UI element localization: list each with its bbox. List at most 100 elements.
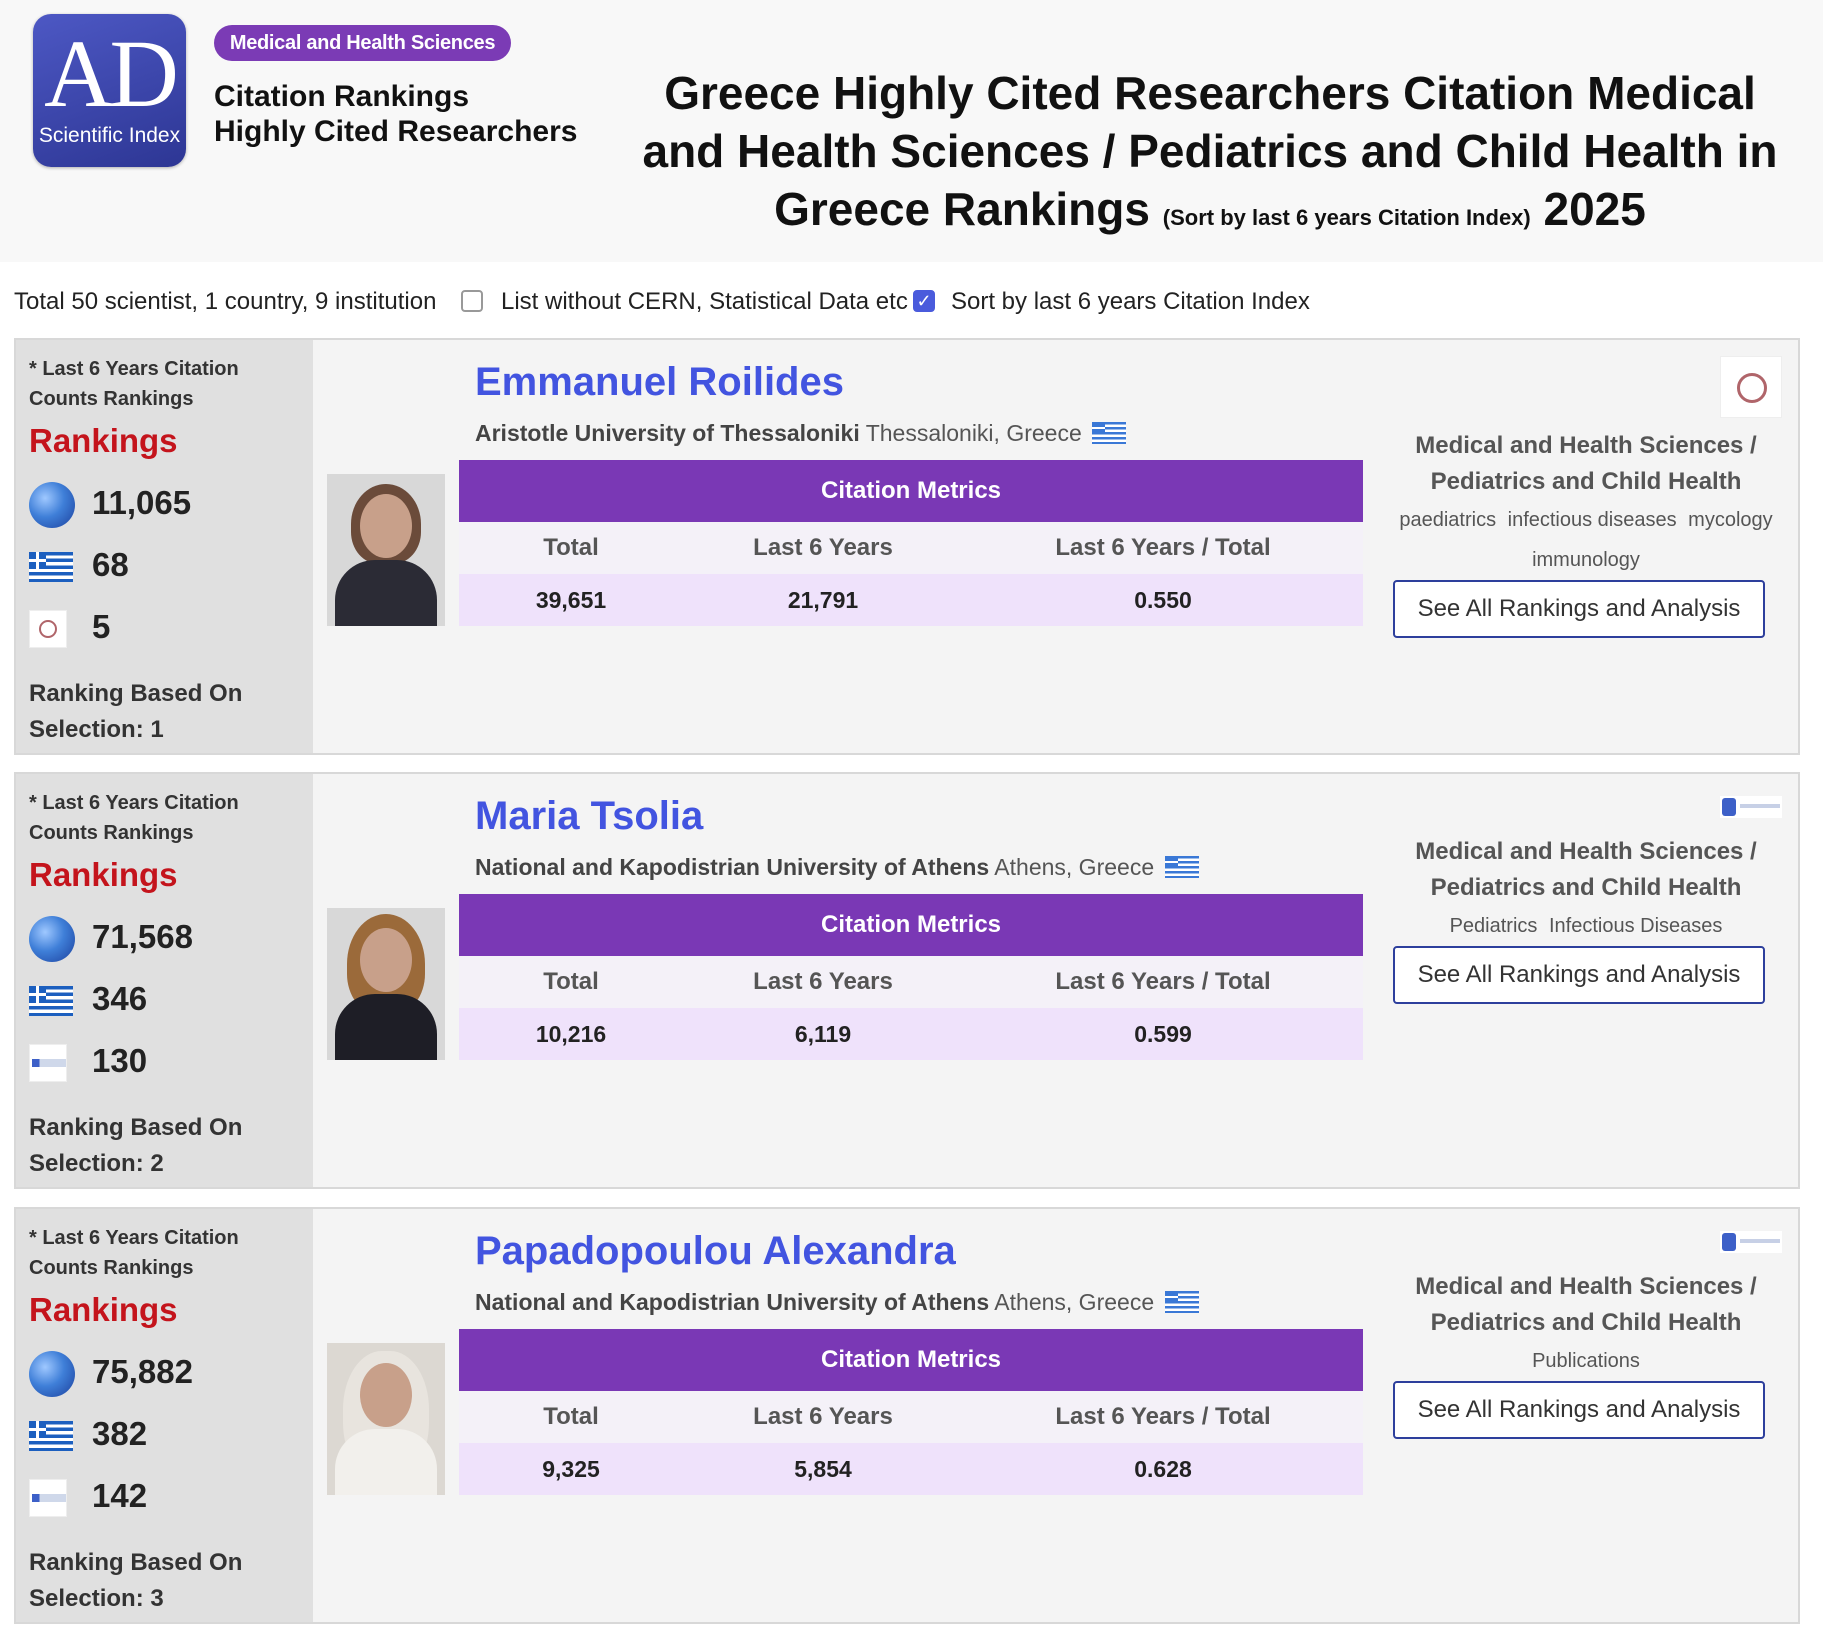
subject-info: Medical and Health Sciences / Pediatrics… (1376, 834, 1796, 946)
ranking-basis-label: Ranking Based On (29, 1549, 243, 1576)
globe-icon (29, 1351, 75, 1397)
institution-rank-value: 5 (92, 608, 111, 645)
page-title: Greece Highly Cited Researchers Citation… (640, 64, 1780, 247)
see-all-rankings-button[interactable]: See All Rankings and Analysis (1393, 1381, 1765, 1439)
last6-citations: 21,791 (787, 587, 859, 613)
metrics-column-headers: Total Last 6 Years Last 6 Years / Total (459, 1391, 1363, 1443)
field-line-2[interactable]: Pediatrics and Child Health (1376, 870, 1796, 906)
sort-last6-label[interactable]: Sort by last 6 years Citation Index (951, 284, 1310, 320)
ranking-basis: Ranking Based On Selection: 3 (29, 1545, 242, 1617)
researcher-photo[interactable] (327, 474, 445, 626)
title-line-3-main: Greece Rankings (774, 183, 1150, 235)
ranking-basis: Ranking Based On Selection: 1 (29, 676, 242, 748)
keyword[interactable]: paediatrics (1399, 509, 1496, 531)
greece-flag-icon (1164, 856, 1199, 878)
researcher-photo[interactable] (327, 1343, 445, 1495)
metrics-values-row: 9,325 5,854 0.628 (459, 1443, 1363, 1495)
greece-flag-icon (1164, 1291, 1199, 1313)
see-all-rankings-button[interactable]: See All Rankings and Analysis (1393, 580, 1765, 638)
sort-last6-checkbox[interactable]: ✓ (913, 290, 935, 312)
location-text: Thessaloniki, Greece (865, 420, 1082, 446)
institution-rank-value: 130 (92, 1042, 148, 1079)
brand-line-1: Citation Rankings (214, 80, 470, 113)
col-ratio: Last 6 Years / Total (1055, 1403, 1271, 1430)
institution-name[interactable]: Aristotle University of Thessaloniki (475, 420, 860, 446)
col-total: Total (543, 1403, 599, 1430)
citation-metrics-header: Citation Metrics (459, 894, 1363, 956)
col-last6: Last 6 Years (753, 968, 893, 995)
title-year: 2025 (1543, 183, 1646, 235)
keyword[interactable]: Pediatrics (1450, 915, 1538, 937)
field-line-1[interactable]: Medical and Health Sciences / (1376, 834, 1796, 870)
ranking-panel-label: * Last 6 Years Citation Counts Rankings (29, 1227, 239, 1279)
without-cern-label[interactable]: List without CERN, Statistical Data etc (501, 284, 908, 320)
field-line-1[interactable]: Medical and Health Sciences / (1376, 1269, 1796, 1305)
ranking-panel-label: * Last 6 Years Citation Counts Rankings (29, 792, 239, 844)
metrics-column-headers: Total Last 6 Years Last 6 Years / Total (459, 522, 1363, 574)
keywords: paediatrics infectious diseases mycology (1376, 500, 1796, 540)
ranking-selection: Selection: 2 (29, 1150, 164, 1177)
title-line-3: Greece Rankings (Sort by last 6 years Ci… (640, 180, 1780, 247)
total-citations: 39,651 (535, 587, 607, 613)
university-logo-icon[interactable] (1720, 1231, 1782, 1253)
university-logo-icon[interactable] (1720, 796, 1782, 818)
institution-logo-icon (29, 610, 67, 648)
page-header: AD Scientific Index Medical and Health S… (0, 0, 1823, 262)
rankings-heading: Rankings (29, 1291, 178, 1328)
institution-logo-icon (29, 1044, 67, 1082)
keyword[interactable]: Infectious Diseases (1549, 915, 1722, 937)
col-last6: Last 6 Years (753, 1403, 893, 1430)
country-rank-value: 382 (92, 1415, 148, 1452)
researcher-card: * Last 6 Years Citation Counts Rankings … (14, 338, 1800, 755)
ranking-selection: Selection: 3 (29, 1585, 164, 1612)
col-ratio: Last 6 Years / Total (1055, 534, 1271, 561)
country-rank-value: 68 (92, 546, 129, 583)
subject-info: Medical and Health Sciences / Pediatrics… (1376, 428, 1796, 580)
subject-info: Medical and Health Sciences / Pediatrics… (1376, 1269, 1796, 1381)
ranking-selection: Selection: 1 (29, 716, 164, 743)
title-line-1: Greece Highly Cited Researchers Citation… (664, 67, 1756, 119)
researcher-photo[interactable] (327, 908, 445, 1060)
ranking-basis-label: Ranking Based On (29, 680, 243, 707)
keyword[interactable]: mycology (1688, 509, 1772, 531)
ad-scientific-index-logo[interactable]: AD Scientific Index (33, 14, 186, 167)
citation-metrics-header: Citation Metrics (459, 1329, 1363, 1391)
field-line-2[interactable]: Pediatrics and Child Health (1376, 1305, 1796, 1341)
see-all-rankings-button[interactable]: See All Rankings and Analysis (1393, 946, 1765, 1004)
ranking-basis-label: Ranking Based On (29, 1114, 243, 1141)
citation-metrics-table: Citation Metrics Total Last 6 Years Last… (459, 1329, 1363, 1495)
keyword[interactable]: immunology (1532, 549, 1640, 571)
researcher-name[interactable]: Papadopoulou Alexandra (475, 1229, 956, 1274)
ranking-panel: * Last 6 Years Citation Counts Rankings … (16, 774, 313, 1187)
greece-flag-icon (29, 1421, 73, 1451)
col-total: Total (543, 968, 599, 995)
keywords: Publications (1376, 1341, 1796, 1381)
keyword[interactable]: Publications (1532, 1350, 1640, 1372)
col-last6: Last 6 Years (753, 534, 893, 561)
title-sort-note: (Sort by last 6 years Citation Index) (1162, 205, 1531, 230)
field-line-2[interactable]: Pediatrics and Child Health (1376, 464, 1796, 500)
citation-ratio: 0.550 (1134, 587, 1192, 613)
institution-name[interactable]: National and Kapodistrian University of … (475, 854, 989, 880)
col-total: Total (543, 534, 599, 561)
university-seal-icon[interactable] (1720, 356, 1782, 418)
without-cern-checkbox[interactable] (461, 290, 483, 312)
ranking-panel: * Last 6 Years Citation Counts Rankings … (16, 1209, 313, 1622)
last6-citations: 6,119 (794, 1021, 852, 1047)
metrics-values-row: 39,651 21,791 0.550 (459, 574, 1363, 626)
researcher-name[interactable]: Maria Tsolia (475, 794, 703, 839)
subject-badge[interactable]: Medical and Health Sciences (214, 25, 511, 61)
ranking-panel-label: * Last 6 Years Citation Counts Rankings (29, 358, 239, 410)
institution-logo-icon (29, 1479, 67, 1517)
world-rank-value: 71,568 (92, 918, 193, 955)
world-rank-value: 11,065 (92, 484, 192, 521)
field-line-1[interactable]: Medical and Health Sciences / (1376, 428, 1796, 464)
keyword[interactable]: infectious diseases (1508, 509, 1677, 531)
researcher-name[interactable]: Emmanuel Roilides (475, 360, 844, 405)
institution-name[interactable]: National and Kapodistrian University of … (475, 1289, 989, 1315)
greece-flag-icon (1092, 422, 1127, 444)
rankings-heading: Rankings (29, 856, 178, 893)
title-line-2: and Health Sciences / Pediatrics and Chi… (642, 125, 1778, 177)
country-rank-value: 346 (92, 980, 148, 1017)
world-rank-value: 75,882 (92, 1353, 193, 1390)
